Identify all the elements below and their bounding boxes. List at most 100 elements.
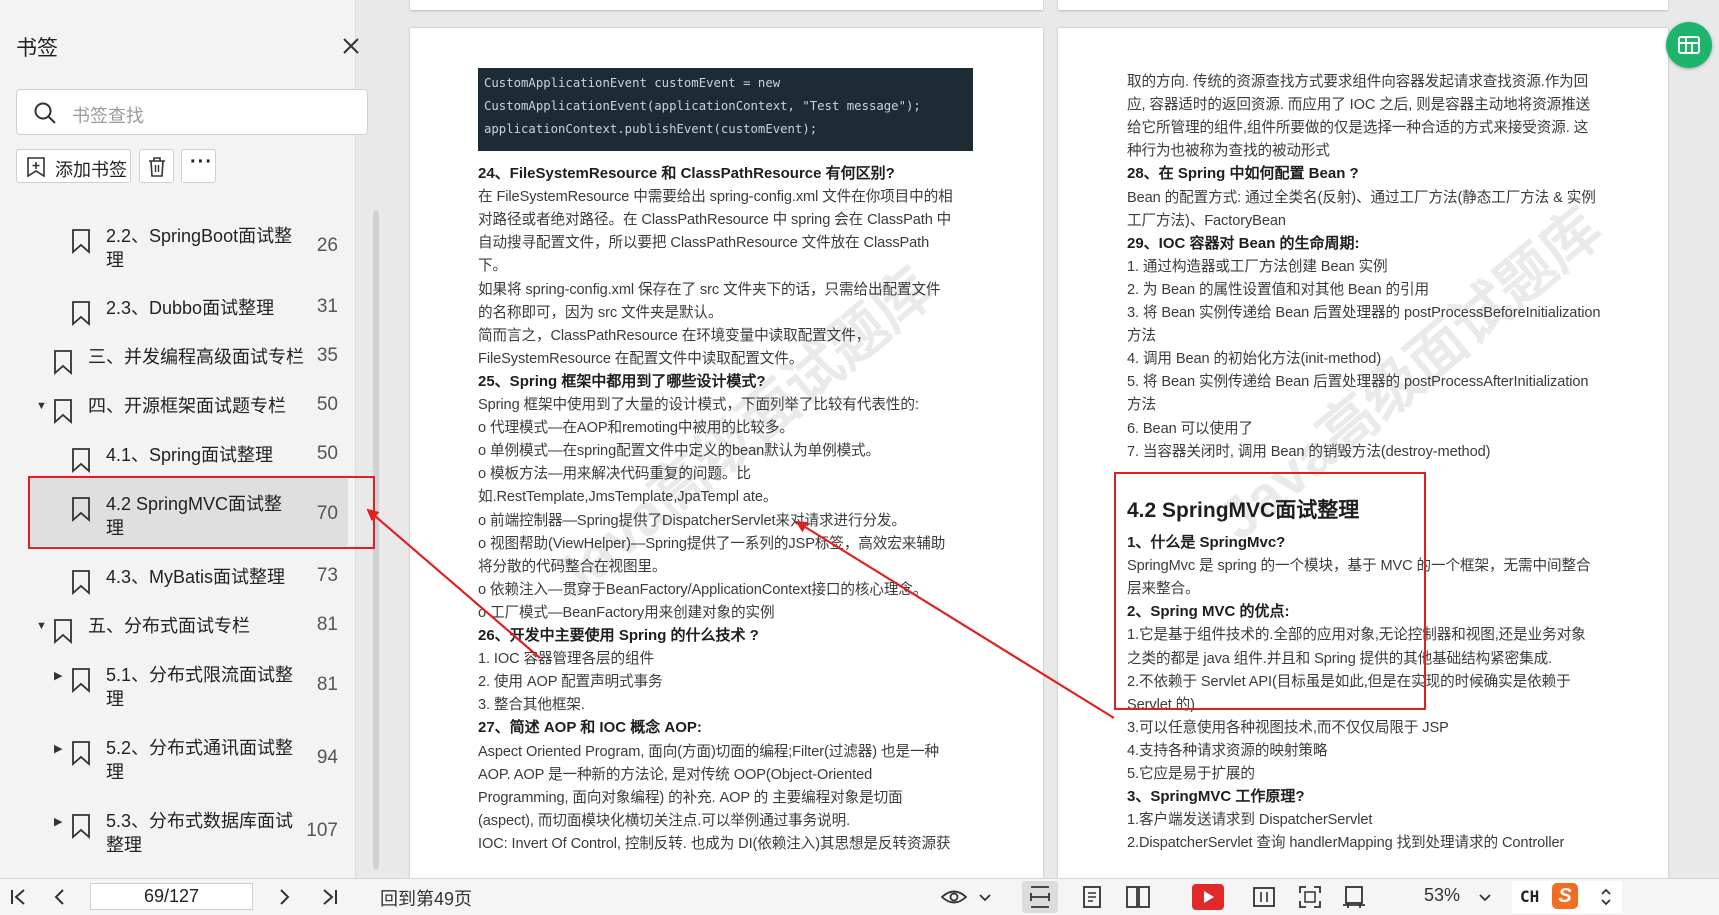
bookmark-search-input[interactable]: 书签查找 [16,89,368,135]
eye-icon[interactable] [940,883,968,911]
bookmark-label: 5.2、分布式通讯面试整 [106,738,294,758]
text-line: AOP. AOP 是一种新的方法论, 是对传统 OOP(Object-Orien… [478,766,873,783]
delete-bookmark-button[interactable] [139,149,174,183]
bookmark-page-number: 26 [316,235,338,256]
bookmark-page-number: 107 [306,820,338,841]
collapse-caret-icon[interactable]: ▶ [54,815,62,828]
text-line: 7. 当容器关闭时, 调用 Bean 的销毁方法(destroy-method) [1127,443,1491,460]
bookmark-icon [54,350,72,375]
add-bookmark-button[interactable]: 添加书签 [16,149,131,183]
prev-page-icon[interactable] [46,883,74,911]
chevron-down-icon[interactable] [976,883,994,911]
fullscreen-icon[interactable] [1296,883,1324,911]
text-line: 2.DispatcherServlet 查询 handlerMapping 找到… [1127,835,1565,852]
bookmark-icon [72,741,90,766]
document-page-right: Java高级面试题库 取的方向. 传统的资源查找方式要求组件向容器发起请求查找资… [1058,28,1668,878]
collapse-caret-icon[interactable]: ▶ [54,669,62,682]
close-icon[interactable] [340,35,362,57]
text-line: o 视图帮助(ViewHelper)—Spring提供了一系列的JSP标签，高效… [478,535,946,552]
bookmark-page-number: 81 [316,614,338,635]
add-bookmark-icon [27,157,45,178]
bookmark-item[interactable]: ▶ 5.3、分布式数据库面试 整理 107 [0,809,338,869]
question-heading: 24、FileSystemResource 和 ClassPathResourc… [478,165,895,182]
text-line: 取的方向. 传统的资源查找方式要求组件向容器发起请求查找资源.作为回 [1127,74,1589,90]
text-line: 给它所管理的组件,组件所要做的仅是选择一种合适的方式来接受资源. 这 [1127,120,1589,137]
text-line: 3. 整合其他框架. [478,697,585,714]
crop-page-icon[interactable] [1340,883,1368,911]
text-line: 1.客户端发送请求到 DispatcherServlet [1127,812,1373,829]
text-line: o 代理模式—在AOP和remoting中被用的比较多。 [478,420,794,437]
code-line: applicationContext.publishEvent(customEv… [484,122,818,136]
text-line: o 单例模式—在spring配置文件中定义的bean默认为单例模式。 [478,443,881,460]
last-page-icon[interactable] [316,883,344,911]
bookmark-sidebar: 书签 书签查找 添加书签 ··· 2.2、SpringBoot面试整理 26 2.3… [0,0,379,878]
bookmark-label: 5.1、分布式限流面试整 [106,665,294,685]
bookmark-item[interactable]: ▶ 5.2、分布式通讯面试整理 94 [0,736,338,796]
bookmark-icon [72,301,90,326]
question-heading: 25、Spring 框架中都用到了哪些设计模式? [478,372,766,390]
text-line: IOC: Invert Of Control, 控制反转. 也成为 DI(依赖注… [478,835,951,852]
question-heading: 26、开发中主要使用 Spring 的什么技术 ? [478,627,759,644]
more-options-button[interactable]: ··· [181,149,216,183]
play-slideshow-button[interactable] [1192,884,1224,910]
text-line: o 工厂模式—BeanFactory用来创建对象的实例 [478,604,775,621]
text-line: 2. 使用 AOP 配置声明式事务 [478,674,663,691]
text-line: o 模板方法—用来解决代码重复的问题。比 [478,466,751,483]
bookmark-label: 五、分布式面试专栏 [88,616,250,636]
bookmark-icon [72,448,90,473]
code-line: CustomApplicationEvent(applicationContex… [484,99,921,113]
text-line: Spring 框架中使用到了大量的设计模式，下面列举了比较有代表性的: [478,397,919,413]
chevron-down-icon[interactable] [1476,883,1494,911]
text-line: 方法 [1127,397,1156,414]
bookmark-page-number: 50 [316,443,338,464]
first-page-icon[interactable] [4,883,32,911]
bookmark-page-number: 81 [316,674,338,695]
bookmark-label: 理 [106,250,124,270]
bookmark-icon [72,229,90,254]
next-page-icon[interactable] [270,883,298,911]
collapse-caret-icon[interactable]: ▶ [54,742,62,755]
text-line: 5. 将 Bean 实例传递给 Bean 后置处理器的 postProcessA… [1127,374,1589,391]
input-method-indicator[interactable]: CH S [1512,881,1622,913]
text-line: 对路径或者绝对路径。在 ClassPathResource 中 spring 会… [478,212,952,229]
text-line: 1. 通过构造器或工厂方法创建 Bean 实例 [1127,258,1388,275]
translate-fab-button[interactable] [1666,22,1712,68]
text-line: 4.支持各种请求资源的映射策略 [1127,742,1328,759]
bookmark-page-number: 73 [316,565,338,586]
bookmark-icon [72,570,90,595]
dual-page-icon[interactable] [1124,883,1152,911]
bookmark-item[interactable]: ▶ 5.1、分布式限流面试整理 81 [0,663,338,723]
columns-icon[interactable] [1250,883,1278,911]
text-line: 6. Bean 可以使用了 [1127,420,1254,437]
text-line: (aspect), 而切面模块化横切关注点.可以举例通过事务说明. [478,812,851,829]
zoom-level[interactable]: 53% [1424,885,1460,909]
fit-width-button[interactable] [1022,881,1058,913]
text-line: 自动搜寻配置文件，所以要把 ClassPathResource 文件放在 Cla… [478,235,930,252]
text-line: 下。 [478,258,507,275]
page-number-input[interactable]: 69/127 [90,883,253,910]
expand-caret-icon[interactable]: ▼ [36,400,47,412]
text-line: 工厂方法)、FactoryBean [1127,212,1286,229]
previous-page-edge [410,0,1043,10]
code-block: CustomApplicationEvent customEvent = new… [478,68,973,151]
expand-caret-icon[interactable]: ▼ [36,620,47,632]
search-icon [34,102,56,124]
fit-width-icon [1030,886,1050,908]
trash-icon [149,157,165,177]
bookmark-page-number: 31 [316,296,338,317]
text-line: 如果将 spring-config.xml 保存在了 src 文件夹下的话，只需… [478,281,941,298]
bookmark-label: 理 [106,762,124,782]
text-line: o 依赖注入—贯穿于BeanFactory/ApplicationContext… [478,581,928,598]
bottom-toolbar: 69/127 回到第49页 53% CH S [0,878,1719,915]
annotation-box-section [1114,472,1426,710]
question-heading: 27、简述 AOP 和 IOC 概念 AOP: [478,719,702,737]
text-line: 4. 调用 Bean 的初始化方法(init-method) [1127,351,1382,368]
bookmark-item[interactable]: 2.2、SpringBoot面试整理 26 [0,224,338,284]
annotation-box-bookmark [28,476,375,549]
text-line: 的名称即可，因为 src 文件夹是默认。 [478,304,723,321]
back-to-page-link[interactable]: 回到第49页 [380,885,472,909]
bookmark-label: 4.1、Spring面试整理 [106,445,274,465]
text-line: 3. 将 Bean 实例传递给 Bean 后置处理器的 postProcessB… [1127,305,1601,321]
single-page-icon[interactable] [1078,883,1106,911]
search-placeholder: 书签查找 [72,106,144,126]
